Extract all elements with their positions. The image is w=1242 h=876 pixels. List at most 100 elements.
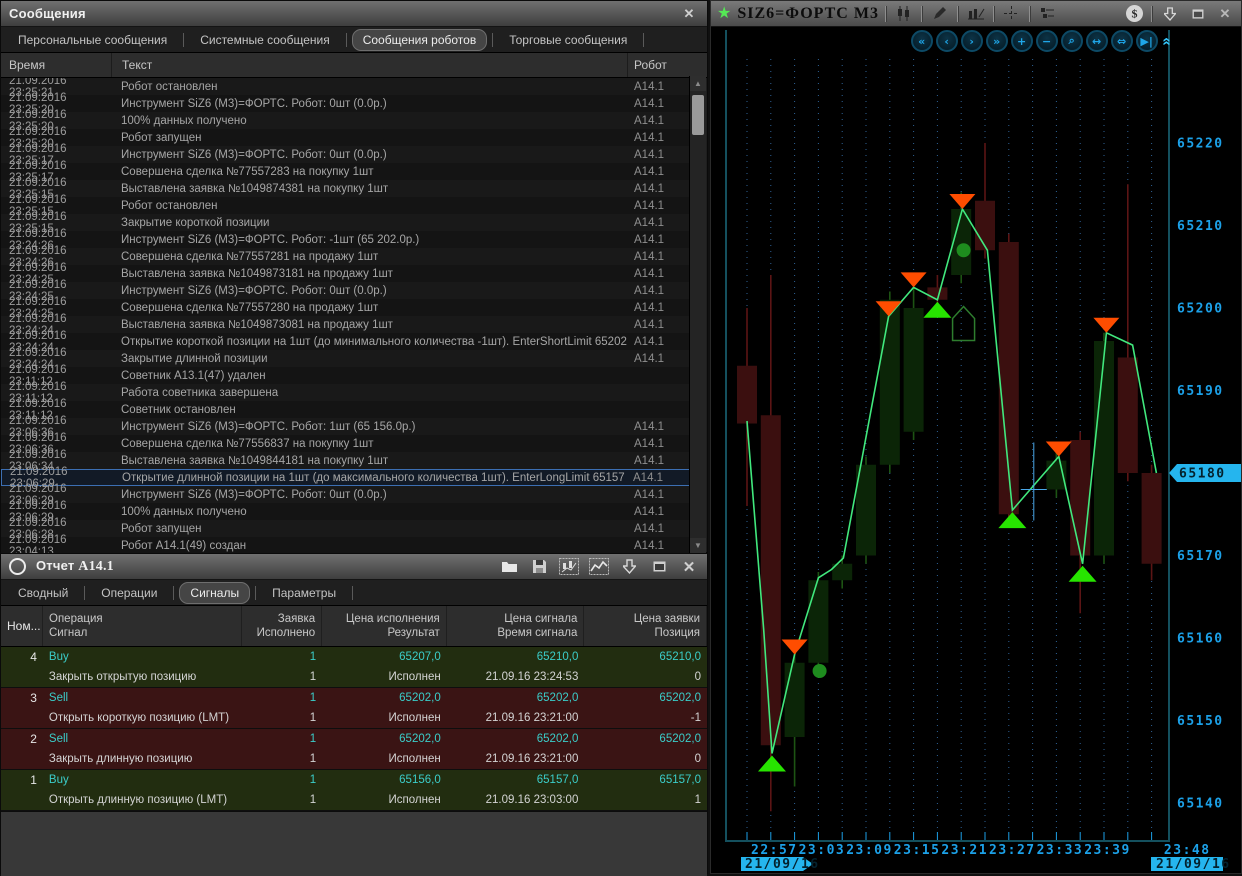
- signals-column-header[interactable]: Цена заявкиПозиция: [584, 606, 707, 646]
- signal-row-group[interactable]: 4Buy165207,065210,065210,0Закрыть открыт…: [1, 647, 707, 688]
- buy-marker[interactable]: [923, 302, 951, 318]
- close-icon[interactable]: ✕: [679, 5, 699, 23]
- maximize-icon[interactable]: [649, 558, 669, 576]
- signals-column-header[interactable]: Цена исполненияРезультат: [322, 606, 447, 646]
- report-tab-3[interactable]: Параметры: [261, 582, 347, 604]
- pencil-icon[interactable]: [929, 4, 951, 24]
- sell-marker[interactable]: [901, 272, 927, 287]
- message-text: Советник A13.1(47) удален: [111, 370, 634, 382]
- signals-column-header[interactable]: ЗаявкаИсполнено: [242, 606, 322, 646]
- signal-value: 65157,0: [584, 774, 707, 786]
- sell-marker[interactable]: [1046, 442, 1072, 457]
- chart-candles-icon[interactable]: [559, 558, 579, 576]
- indicator-list-icon[interactable]: [1037, 4, 1059, 24]
- header-line1: Цена исполнения: [346, 612, 440, 626]
- sell-marker[interactable]: [782, 640, 808, 655]
- open-folder-icon[interactable]: [499, 558, 519, 576]
- scroll-start-button[interactable]: «: [911, 30, 933, 52]
- chart-ruler-icon[interactable]: [965, 4, 987, 24]
- report-tab-2[interactable]: Сигналы: [179, 582, 250, 604]
- entry-dot: [957, 243, 971, 257]
- message-text: Открытие длинной позиции на 1шт (до макс…: [112, 472, 633, 484]
- column-header-text[interactable]: Текст: [111, 53, 627, 77]
- maximize-icon[interactable]: [1187, 4, 1209, 24]
- message-text: Работа советника завершена: [111, 387, 634, 399]
- candle-body: [1142, 473, 1162, 564]
- message-row[interactable]: 21.09.2016 23:04:13Робот A14.1(49) созда…: [1, 537, 690, 554]
- scroll-right-button[interactable]: ›: [961, 30, 983, 52]
- download-arrow-icon[interactable]: [619, 558, 639, 576]
- sell-marker[interactable]: [1093, 318, 1119, 333]
- signal-value: 65210,0: [584, 651, 707, 663]
- message-robot: A14.1: [634, 421, 690, 433]
- report-titlebar[interactable]: Отчет A14.1 ✕: [1, 554, 707, 580]
- buy-marker[interactable]: [758, 756, 786, 772]
- price-axis-label: 65200: [1177, 302, 1224, 317]
- signal-row-group[interactable]: 1Buy165156,065157,065157,0Открыть длинну…: [1, 770, 707, 811]
- signals-column-header[interactable]: ОперацияСигнал: [43, 606, 242, 646]
- signal-value: 1: [242, 794, 322, 806]
- report-tab-0[interactable]: Сводный: [7, 582, 79, 604]
- signal-row-group[interactable]: 2Sell165202,065202,065202,0Закрыть длинн…: [1, 729, 707, 770]
- close-icon[interactable]: ✕: [679, 558, 699, 576]
- sell-marker[interactable]: [949, 194, 975, 209]
- message-robot: A14.1: [634, 183, 690, 195]
- signals-column-header[interactable]: Ном...: [1, 606, 43, 646]
- signal-value: Исполнен: [322, 794, 447, 806]
- column-header-time[interactable]: Время: [1, 53, 111, 77]
- messages-titlebar[interactable]: Сообщения ✕: [1, 1, 707, 27]
- chart-plot[interactable]: 6522065210652006519065180651706516065150…: [711, 27, 1242, 875]
- signal-value: 65202,0: [322, 692, 447, 704]
- messages-scrollbar[interactable]: ▲ ▼: [689, 76, 706, 553]
- collapse-toolbar-icon[interactable]: «: [1158, 37, 1175, 45]
- favorite-star-icon[interactable]: ★: [717, 6, 731, 22]
- signals-column-header[interactable]: Цена сигналаВремя сигнала: [447, 606, 585, 646]
- column-header-robot[interactable]: Робот: [627, 53, 707, 77]
- scroll-end-button[interactable]: »: [986, 30, 1008, 52]
- messages-window: Сообщения ✕ Персональные сообщения Систем…: [0, 0, 708, 553]
- price-axis-label: 65220: [1177, 137, 1224, 152]
- zoom-window-button[interactable]: ⌕: [1061, 30, 1083, 52]
- target-house-marker[interactable]: [953, 307, 975, 341]
- messages-tab-1[interactable]: Системные сообщения: [189, 29, 341, 51]
- price-axis-label: 65160: [1177, 632, 1224, 647]
- date-badge-left-label[interactable]: 21/09/16: [745, 857, 820, 872]
- signal-value: 21.09.16 23:21:00: [447, 712, 585, 724]
- go-to-end-button[interactable]: ▶|: [1136, 30, 1158, 52]
- signal-row-group[interactable]: 3Sell165202,065202,065202,0Открыть корот…: [1, 688, 707, 729]
- crosshair-icon[interactable]: [1001, 4, 1023, 24]
- message-robot: A14.1: [634, 540, 690, 552]
- scrollbar-thumb[interactable]: [692, 95, 704, 135]
- messages-tab-3[interactable]: Торговые сообщения: [498, 29, 638, 51]
- message-robot: A14.1: [634, 166, 690, 178]
- save-icon[interactable]: [529, 558, 549, 576]
- scroll-left-button[interactable]: ‹: [936, 30, 958, 52]
- expand-horizontal-button[interactable]: ↔: [1086, 30, 1108, 52]
- chart-line-icon[interactable]: [589, 558, 609, 576]
- dollar-circle-icon[interactable]: $: [1123, 4, 1145, 24]
- signal-value: 21.09.16 23:03:00: [447, 794, 585, 806]
- message-robot: A14.1: [634, 234, 690, 246]
- messages-tab-2[interactable]: Сообщения роботов: [352, 29, 488, 51]
- zoom-in-button[interactable]: +: [1011, 30, 1033, 52]
- message-robot: A14.1: [634, 268, 690, 280]
- report-tab-1[interactable]: Операции: [90, 582, 168, 604]
- signal-value: 65202,0: [584, 692, 707, 704]
- date-badge-right-label[interactable]: 21/09/16: [1156, 857, 1231, 872]
- buy-marker[interactable]: [998, 512, 1026, 528]
- messages-tab-0[interactable]: Персональные сообщения: [7, 29, 178, 51]
- message-text: Инструмент SiZ6 (M3)=ФОРТС. Робот: 0шт (…: [111, 149, 634, 161]
- zoom-out-button[interactable]: −: [1036, 30, 1058, 52]
- scroll-up-icon[interactable]: ▲: [690, 76, 706, 91]
- download-arrow-icon[interactable]: [1159, 4, 1181, 24]
- compress-horizontal-button[interactable]: ⇔: [1111, 30, 1133, 52]
- signal-value: 1: [242, 651, 322, 663]
- candlestick-icon[interactable]: [893, 4, 915, 24]
- chart-titlebar[interactable]: ★ SIZ6=ФОРТС M3 $ ✕: [711, 1, 1241, 27]
- signal-value: -1: [584, 712, 707, 724]
- close-icon[interactable]: ✕: [1215, 5, 1235, 23]
- scroll-down-icon[interactable]: ▼: [690, 538, 706, 553]
- chart-nav-toolbar: «‹›»+−⌕↔⇔▶|«: [911, 30, 1171, 52]
- message-text: Инструмент SiZ6 (M3)=ФОРТС. Робот: 0шт (…: [111, 489, 634, 501]
- buy-marker[interactable]: [1069, 566, 1097, 582]
